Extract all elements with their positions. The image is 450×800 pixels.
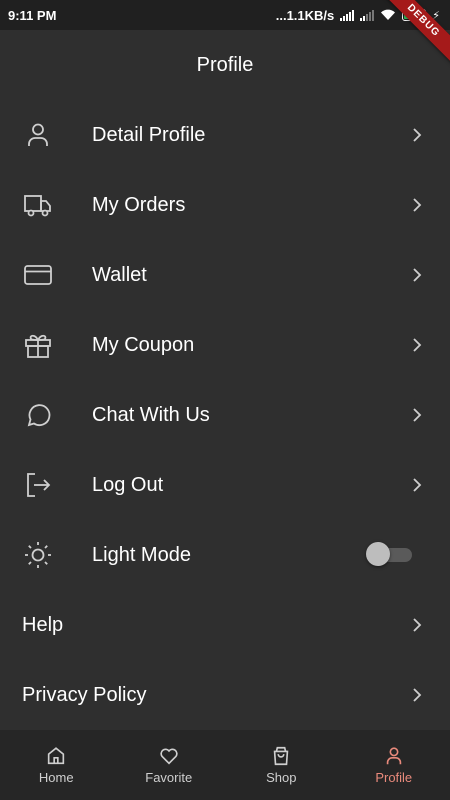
chevron-right-icon [413,268,422,282]
menu-label: My Coupon [92,333,195,356]
chevron-right-icon [413,688,422,702]
nav-label: Shop [266,770,297,785]
menu-item-help[interactable]: Help [0,590,450,660]
logout-icon [22,469,54,501]
menu-item-my-orders[interactable]: My Orders [0,170,450,240]
nav-label: Home [38,770,74,785]
wallet-icon [22,259,54,291]
nav-favorite[interactable]: Favorite [113,730,226,800]
menu-label: Chat With Us [92,403,210,426]
menu-label: My Orders [92,193,186,216]
menu-item-chat-with-us[interactable]: Chat With Us [0,380,450,450]
nav-profile[interactable]: Profile [338,730,450,800]
cell-signal-2-icon [360,9,375,21]
user-icon [386,747,401,765]
nav-label: Profile [375,770,413,785]
chevron-right-icon [413,618,422,632]
nav-home[interactable]: Home [0,730,113,800]
nav-shop[interactable]: Shop [225,730,338,800]
bottom-nav: Home Favorite Shop Profile [0,730,450,800]
chat-icon [22,399,54,431]
menu-label: Light Mode [92,543,191,566]
user-icon [22,119,54,151]
menu-item-wallet[interactable]: Wallet [0,240,450,310]
menu-item-log-out[interactable]: Log Out [0,450,450,520]
home-icon [48,747,65,765]
menu-label: Log Out [92,473,164,496]
menu-label: Wallet [92,263,147,286]
chevron-right-icon [413,478,422,492]
chevron-right-icon [413,198,422,212]
menu-item-my-coupon[interactable]: My Coupon [0,310,450,380]
shopping-bag-icon [273,746,289,766]
profile-menu: Detail Profile My Orders Wallet My Coupo… [0,100,450,730]
wifi-icon [381,9,396,20]
menu-item-light-mode: Light Mode [0,520,450,590]
truck-icon [22,189,54,221]
toggle-thumb [366,542,390,566]
gift-icon [22,329,54,361]
heart-icon [160,748,178,765]
nav-label: Favorite [145,770,193,785]
menu-item-privacy-policy[interactable]: Privacy Policy [0,660,450,730]
chevron-right-icon [413,128,422,142]
cell-signal-icon [340,9,355,21]
network-speed: ...1.1KB/s [275,7,335,23]
menu-label: Help [22,613,64,636]
sun-icon [22,539,54,571]
menu-label: Privacy Policy [22,683,147,706]
light-mode-toggle[interactable] [366,542,412,566]
chevron-right-icon [413,408,422,422]
status-time: 9:11 PM [8,7,57,23]
status-bar: 9:11 PM ...1.1KB/s 38 ⚡ [0,0,450,30]
page-title: Profile [196,53,254,76]
chevron-right-icon [413,338,422,352]
menu-label: Detail Profile [92,123,206,146]
menu-item-detail-profile[interactable]: Detail Profile [0,100,450,170]
